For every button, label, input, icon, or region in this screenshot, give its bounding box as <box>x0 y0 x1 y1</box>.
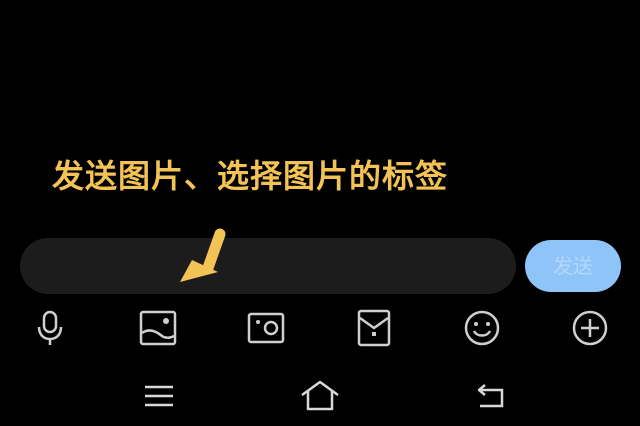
plus-icon[interactable] <box>568 306 612 350</box>
home-icon[interactable] <box>298 376 342 416</box>
emoji-icon[interactable] <box>460 306 504 350</box>
annotation-arrow-icon <box>170 226 234 290</box>
microphone-icon[interactable] <box>28 306 72 350</box>
message-input[interactable] <box>20 238 516 294</box>
image-icon[interactable] <box>136 306 180 350</box>
red-packet-icon[interactable] <box>352 306 396 350</box>
back-icon[interactable] <box>468 376 512 416</box>
send-button[interactable]: 发送 <box>525 240 621 292</box>
camera-icon[interactable] <box>244 306 288 350</box>
annotation-caption: 发送图片、选择图片的标签 <box>52 157 449 195</box>
menu-icon[interactable] <box>137 376 181 416</box>
